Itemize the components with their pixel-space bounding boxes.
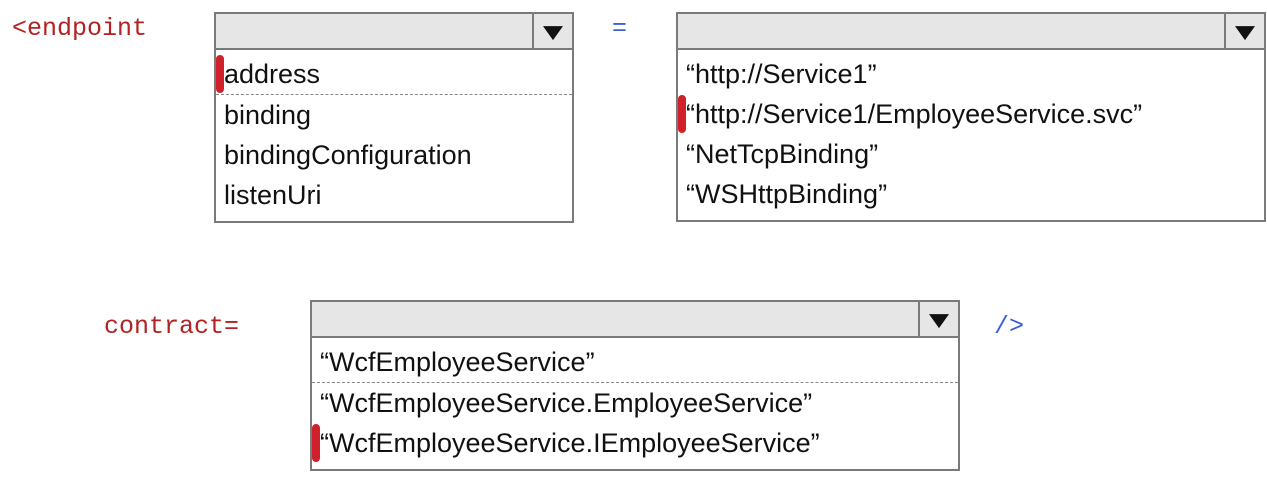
attribute-dropdown-list: address binding bindingConfiguration lis…	[214, 50, 574, 223]
value-dropdown-header[interactable]	[676, 12, 1266, 50]
contract-option-wcf-employee-service[interactable]: “WcfEmployeeService”	[312, 342, 958, 383]
chevron-down-icon	[929, 314, 949, 329]
attribute-dropdown-toggle[interactable]	[532, 14, 572, 48]
attribute-option-binding[interactable]: binding	[216, 95, 572, 135]
contract-attribute-label: contract=	[104, 312, 240, 341]
contract-dropdown-toggle[interactable]	[918, 302, 958, 336]
value-option-employee-service-svc[interactable]: “http://Service1/EmployeeService.svc”	[678, 94, 1264, 134]
equals-sign: =	[612, 14, 628, 43]
self-closing-tag: />	[994, 312, 1025, 341]
endpoint-open-tag: <endpoint	[12, 14, 148, 43]
chevron-down-icon	[543, 26, 563, 41]
value-dropdown-toggle[interactable]	[1224, 14, 1264, 48]
attribute-option-listen-uri[interactable]: listenUri	[216, 175, 572, 215]
contract-dropdown-list: “WcfEmployeeService” “WcfEmployeeService…	[310, 338, 960, 471]
contract-dropdown[interactable]: “WcfEmployeeService” “WcfEmployeeService…	[310, 300, 960, 471]
value-option-service1[interactable]: “http://Service1”	[678, 54, 1264, 94]
attribute-option-binding-configuration[interactable]: bindingConfiguration	[216, 135, 572, 175]
value-option-net-tcp-binding[interactable]: “NetTcpBinding”	[678, 134, 1264, 174]
contract-dropdown-header[interactable]	[310, 300, 960, 338]
attribute-dropdown[interactable]: address binding bindingConfiguration lis…	[214, 12, 574, 223]
attribute-option-address[interactable]: address	[216, 54, 572, 95]
chevron-down-icon	[1235, 26, 1255, 41]
value-dropdown[interactable]: “http://Service1” “http://Service1/Emplo…	[676, 12, 1266, 222]
contract-option-iemployee-service[interactable]: “WcfEmployeeService.IEmployeeService”	[312, 423, 958, 463]
attribute-dropdown-header[interactable]	[214, 12, 574, 50]
contract-option-employee-service-class[interactable]: “WcfEmployeeService.EmployeeService”	[312, 383, 958, 423]
value-option-ws-http-binding[interactable]: “WSHttpBinding”	[678, 174, 1264, 214]
value-dropdown-list: “http://Service1” “http://Service1/Emplo…	[676, 50, 1266, 222]
